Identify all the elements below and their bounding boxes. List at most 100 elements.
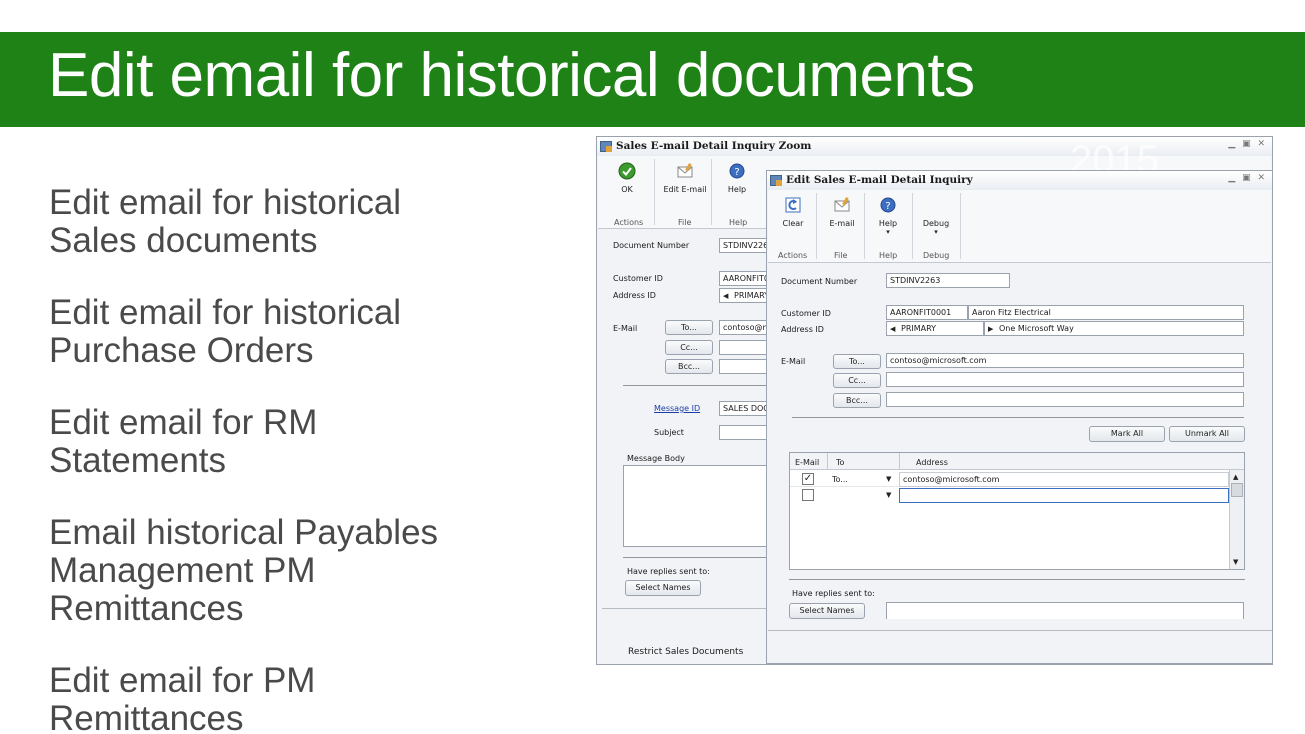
replies-label: Have replies sent to:	[792, 589, 875, 598]
grid-header-to: To	[836, 458, 845, 467]
ribbon-group-label: Debug	[923, 251, 950, 260]
bullet-item: Edit email for RM Statements	[49, 403, 318, 480]
bullet-item: Edit email for historical Sales document…	[49, 183, 402, 260]
clear-button[interactable]: Clear	[772, 196, 814, 228]
cc-field[interactable]	[886, 372, 1244, 387]
ribbon-group-label: File	[834, 251, 848, 260]
divider	[768, 630, 1272, 631]
help-button[interactable]: ? Help	[716, 162, 758, 194]
message-id-link[interactable]: Message ID	[654, 404, 700, 413]
mark-all-button[interactable]: Mark All	[1089, 426, 1165, 442]
front-ribbon: Clear E-mail ? Help ▾ Debug ▾ Actions Fi…	[768, 190, 1271, 263]
ribbon-group-label: Help	[729, 218, 748, 227]
email-icon	[834, 197, 850, 212]
bcc-button[interactable]: Bcc...	[665, 359, 713, 374]
subject-label: Subject	[654, 428, 684, 437]
ribbon-separator	[912, 193, 913, 259]
help-icon: ?	[880, 197, 896, 213]
unmark-all-button[interactable]: Unmark All	[1169, 426, 1245, 442]
debug-button[interactable]: Debug ▾	[915, 196, 957, 236]
replies-field[interactable]	[886, 602, 1244, 619]
table-row[interactable]: ▼	[790, 488, 1229, 503]
customer-id-field[interactable]: AARONFIT0001	[886, 305, 968, 320]
window-controls-icon[interactable]: ▁ ▣ ✕	[1228, 139, 1267, 149]
table-row[interactable]: ✓ To... ▼ contoso@microsoft.com	[790, 472, 1229, 487]
ribbon-group-label: Help	[879, 251, 898, 260]
scroll-down-icon[interactable]: ▼	[1233, 558, 1238, 566]
back-window-title: Sales E-mail Detail Inquiry Zoom	[597, 137, 1272, 156]
help-button[interactable]: ? Help ▾	[867, 196, 909, 236]
bullet-item: Edit email for historical Purchase Order…	[49, 293, 402, 370]
ribbon-separator	[816, 193, 817, 259]
grid-col-divider	[827, 453, 828, 470]
grid-header-email: E-Mail	[795, 458, 820, 467]
document-number-field[interactable]: STDINV2263	[886, 273, 1010, 288]
row-address-field[interactable]: contoso@microsoft.com	[899, 472, 1229, 487]
email-button[interactable]: E-mail	[821, 196, 863, 228]
svg-text:?: ?	[734, 167, 739, 178]
address-id-field[interactable]: ◀ PRIMARY	[886, 321, 984, 336]
grid-scrollbar[interactable]: ▲ ▼	[1229, 470, 1244, 569]
message-body-tab[interactable]: Message Body	[627, 454, 685, 463]
edit-email-button[interactable]: Edit E-mail	[661, 162, 709, 194]
document-number-label: Document Number	[613, 241, 690, 250]
ribbon-group-label: Actions	[778, 251, 808, 260]
row-checkbox[interactable]: ✓	[802, 473, 814, 485]
row-checkbox[interactable]	[802, 489, 814, 501]
grid-header	[790, 453, 1244, 470]
window-app-icon	[770, 175, 782, 186]
help-icon: ?	[729, 163, 745, 179]
email-grid: E-Mail To Address ✓ To... ▼ contoso@micr…	[789, 452, 1245, 570]
ribbon-group-label: Actions	[614, 218, 644, 227]
divider	[789, 579, 1245, 580]
chevron-left-icon[interactable]: ◀	[723, 290, 728, 302]
select-names-button[interactable]: Select Names	[625, 580, 701, 596]
grid-col-divider	[899, 453, 900, 470]
chevron-left-icon[interactable]: ◀	[890, 323, 895, 335]
to-button[interactable]: To...	[665, 320, 713, 335]
row-to-select[interactable]: To...	[832, 475, 848, 484]
divider	[623, 385, 773, 386]
front-window-title: Edit Sales E-mail Detail Inquiry	[767, 171, 1272, 190]
message-body-field[interactable]	[623, 465, 773, 547]
ribbon-separator	[960, 193, 961, 259]
to-button[interactable]: To...	[833, 354, 881, 369]
divider	[602, 608, 772, 609]
checkmark-icon	[618, 162, 636, 180]
address-id-label: Address ID	[781, 325, 824, 334]
address-line-field: ▶ One Microsoft Way	[984, 321, 1244, 336]
customer-id-label: Customer ID	[781, 309, 831, 318]
chevron-right-icon[interactable]: ▶	[988, 323, 993, 335]
cc-button[interactable]: Cc...	[833, 373, 881, 388]
debug-icon	[927, 196, 945, 214]
bcc-field[interactable]	[886, 392, 1244, 407]
screenshot-composite: Sales E-mail Detail Inquiry Zoom ▁ ▣ ✕ O…	[596, 136, 1273, 665]
window-controls-icon[interactable]: ▁ ▣ ✕	[1228, 173, 1267, 183]
bcc-button[interactable]: Bcc...	[833, 393, 881, 408]
svg-text:?: ?	[885, 201, 890, 212]
email-label: E-Mail	[613, 324, 638, 333]
divider	[792, 417, 1244, 418]
ok-button[interactable]: OK	[606, 162, 648, 194]
replies-label: Have replies sent to:	[627, 567, 710, 576]
ribbon-separator	[864, 193, 865, 259]
ribbon-separator	[711, 159, 712, 225]
row-address-field[interactable]	[899, 488, 1229, 503]
scroll-up-icon[interactable]: ▲	[1233, 473, 1238, 481]
slide-title: Edit email for historical documents	[48, 41, 975, 110]
divider	[623, 557, 773, 558]
customer-id-label: Customer ID	[613, 274, 663, 283]
restrict-sales-documents-label: Restrict Sales Documents	[628, 647, 744, 657]
bullet-list: Edit email for historical Sales document…	[49, 184, 479, 734]
to-field[interactable]: contoso@microsoft.com	[886, 353, 1244, 368]
document-number-label: Document Number	[781, 277, 858, 286]
scroll-thumb[interactable]	[1231, 483, 1243, 497]
chevron-down-icon[interactable]: ▼	[886, 491, 891, 499]
ribbon-separator	[654, 159, 655, 225]
clear-icon	[785, 197, 801, 213]
edit-email-icon	[677, 163, 693, 178]
cc-button[interactable]: Cc...	[665, 340, 713, 355]
select-names-button[interactable]: Select Names	[789, 603, 865, 619]
front-window: Edit Sales E-mail Detail Inquiry ▁ ▣ ✕ C…	[766, 170, 1273, 664]
chevron-down-icon[interactable]: ▼	[886, 475, 891, 483]
